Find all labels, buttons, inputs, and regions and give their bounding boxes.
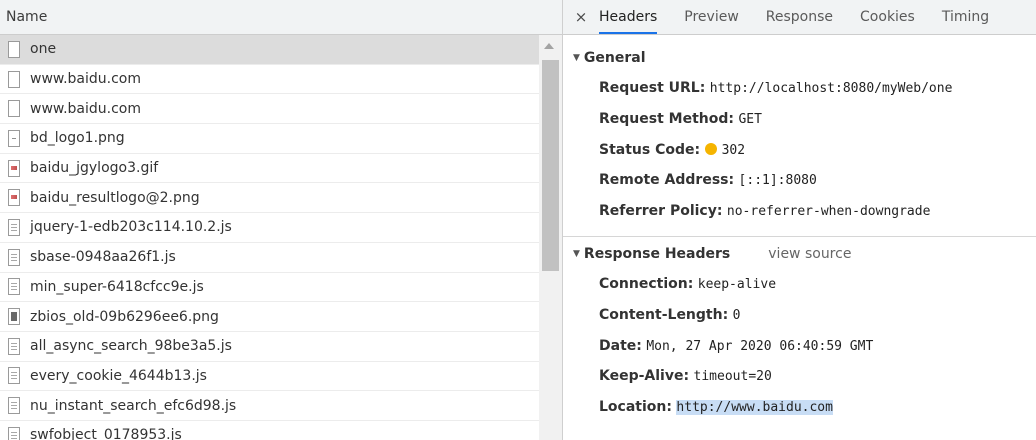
location-row: Location: http://www.baidu.com — [563, 392, 1036, 423]
request-row[interactable]: baidu_jgylogo3.gif — [0, 154, 539, 184]
tab-headers[interactable]: Headers — [599, 0, 658, 34]
request-row[interactable]: sbase-0948aa26f1.js — [0, 243, 539, 273]
blank-doc-icon — [8, 100, 20, 118]
script-file-icon — [8, 337, 20, 355]
name-column-header[interactable]: Name — [0, 0, 562, 35]
request-name: all_async_search_98be3a5.js — [30, 338, 232, 355]
header-key: Referrer Policy: — [599, 203, 723, 220]
header-value: timeout=20 — [693, 369, 772, 385]
response-headers-title: Response Headers — [583, 245, 731, 262]
date-row: Date: Mon, 27 Apr 2020 06:40:59 GMT — [563, 331, 1036, 362]
request-name: one — [30, 41, 57, 58]
scroll-up-arrow-icon[interactable] — [544, 43, 554, 49]
general-section-header[interactable]: ▼ General — [563, 43, 1036, 73]
response-headers-section-header[interactable]: ▼ Response Headers view source — [563, 239, 1036, 269]
location-value-selected[interactable]: http://www.baidu.com — [676, 400, 833, 416]
image-file-icon — [8, 189, 20, 207]
script-file-icon — [8, 278, 20, 296]
tab-response[interactable]: Response — [766, 0, 833, 34]
header-key: Status Code: — [599, 141, 701, 158]
request-details-pane: × Headers Preview Response Cookies Timin… — [563, 0, 1036, 440]
view-source-link[interactable]: view source — [768, 246, 851, 262]
expand-triangle-icon[interactable]: ▼ — [573, 249, 580, 259]
header-value: GET — [738, 111, 762, 127]
request-row[interactable]: baidu_resultlogo@2.png — [0, 183, 539, 214]
request-name: www.baidu.com — [30, 100, 141, 117]
image-file-icon — [8, 308, 20, 326]
script-file-icon — [8, 248, 20, 266]
request-row[interactable]: www.baidu.com — [0, 65, 539, 95]
request-name: every_cookie_4644b13.js — [30, 367, 207, 384]
header-value: 302 — [721, 142, 746, 158]
image-file-icon — [8, 129, 20, 147]
script-file-icon — [8, 397, 20, 415]
section-divider — [563, 235, 1036, 237]
header-value: [::1]:8080 — [738, 173, 817, 189]
request-name: nu_instant_search_efc6d98.js — [30, 397, 237, 414]
request-row[interactable]: jquery-1-edb203c114.10.2.js — [0, 213, 539, 243]
request-row[interactable]: zbios_old-09b6296ee6.png — [0, 302, 539, 332]
request-name: jquery-1-edb203c114.10.2.js — [30, 219, 232, 236]
request-row[interactable]: www.baidu.com — [0, 94, 539, 125]
request-name: baidu_resultlogo@2.png — [30, 189, 200, 206]
request-list: one www.baidu.com www.baidu.com bd_logo1… — [0, 35, 539, 440]
header-value: no-referrer-when-downgrade — [726, 204, 931, 220]
request-name: sbase-0948aa26f1.js — [30, 249, 176, 266]
tab-preview[interactable]: Preview — [684, 0, 739, 34]
header-key: Remote Address: — [599, 172, 735, 189]
connection-row: Connection: keep-alive — [563, 269, 1036, 300]
request-row[interactable]: all_async_search_98be3a5.js — [0, 332, 539, 362]
request-name: bd_logo1.png — [30, 130, 125, 147]
request-url-row: Request URL: http://localhost:8080/myWeb… — [563, 73, 1036, 104]
request-method-row: Request Method: GET — [563, 104, 1036, 135]
request-name: swfobject_0178953.js — [30, 427, 182, 440]
tab-timing[interactable]: Timing — [942, 0, 989, 34]
request-row[interactable]: swfobject_0178953.js — [0, 421, 539, 440]
request-row[interactable]: nu_instant_search_efc6d98.js — [0, 391, 539, 421]
request-list-pane: Name one www.baidu.com www.baidu.com bd_… — [0, 0, 563, 440]
header-key: Request URL: — [599, 80, 706, 96]
blank-doc-icon — [8, 40, 20, 58]
keep-alive-row: Keep-Alive: timeout=20 — [563, 361, 1036, 392]
general-title: General — [583, 50, 646, 66]
scrollbar-thumb[interactable] — [542, 60, 559, 271]
header-key: Location: — [599, 399, 672, 416]
remote-address-row: Remote Address: [::1]:8080 — [563, 165, 1036, 196]
request-name: baidu_jgylogo3.gif — [30, 160, 159, 177]
request-name: www.baidu.com — [30, 71, 141, 88]
script-file-icon — [8, 218, 20, 236]
referrer-policy-row: Referrer Policy: no-referrer-when-downgr… — [563, 196, 1036, 227]
header-key: Date: — [599, 337, 642, 354]
script-file-icon — [8, 426, 20, 440]
script-file-icon — [8, 367, 20, 385]
request-row-one[interactable]: one — [0, 35, 539, 65]
content-length-row: Content-Length: 0 — [563, 300, 1036, 331]
expand-triangle-icon[interactable]: ▼ — [573, 53, 580, 63]
close-icon[interactable]: × — [563, 8, 599, 26]
header-key: Content-Length: — [599, 306, 729, 323]
blank-doc-icon — [8, 70, 20, 88]
request-name: min_super-6418cfcc9e.js — [30, 278, 204, 295]
header-value: Mon, 27 Apr 2020 06:40:59 GMT — [646, 338, 874, 354]
header-value: 0 — [732, 307, 741, 323]
request-name: zbios_old-09b6296ee6.png — [30, 308, 219, 325]
header-key: Connection: — [599, 275, 694, 292]
request-row[interactable]: every_cookie_4644b13.js — [0, 362, 539, 392]
header-key: Request Method: — [599, 110, 734, 127]
request-row[interactable]: min_super-6418cfcc9e.js — [0, 273, 539, 303]
request-list-scrollbar[interactable] — [539, 35, 562, 440]
image-file-icon — [8, 159, 20, 177]
header-key: Keep-Alive: — [599, 368, 690, 385]
details-tab-bar: × Headers Preview Response Cookies Timin… — [563, 0, 1036, 35]
status-code-row: Status Code: 302 — [563, 135, 1036, 166]
status-dot-icon — [704, 142, 717, 155]
header-value: http://localhost:8080/myWeb/one — [709, 81, 953, 96]
tab-cookies[interactable]: Cookies — [860, 0, 915, 34]
request-row[interactable]: bd_logo1.png — [0, 124, 539, 154]
header-value: keep-alive — [697, 276, 777, 292]
